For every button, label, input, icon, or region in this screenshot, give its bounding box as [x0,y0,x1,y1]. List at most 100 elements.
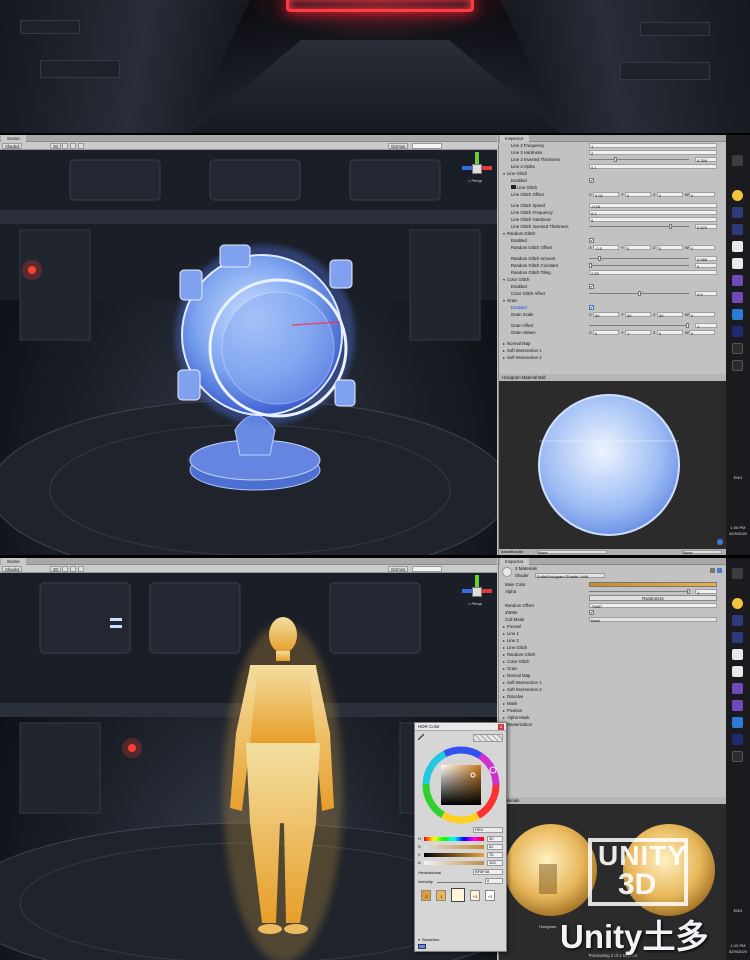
lg-hardness-field[interactable]: 5 [589,217,717,223]
lg-inverted-slider[interactable] [589,224,689,229]
lg-offset-z[interactable]: 0 [657,192,683,198]
section-foldout[interactable]: Normal Map [499,672,726,679]
rg-amount-field[interactable]: 0.089 [695,256,717,262]
random-offset-field[interactable]: 75887 [589,603,717,609]
photoshop-icon[interactable] [732,224,743,235]
gizmo-center-cube[interactable] [472,587,482,597]
audio-toggle-icon[interactable] [70,143,76,149]
foldout-open-icon[interactable] [503,299,505,302]
color-mode-dropdown[interactable]: HSV [473,827,503,833]
slider-knob[interactable] [637,291,641,296]
foldout-closed-icon[interactable] [503,639,505,642]
exposure-swatch[interactable]: -2 [421,890,431,901]
cg-affect-slider[interactable] [589,291,689,296]
main-color-swatch[interactable] [589,582,717,587]
section-foldout[interactable]: Color Glitch [499,658,726,665]
app-icon[interactable] [732,360,743,371]
foldout-closed-icon[interactable] [503,342,505,345]
clock-time[interactable]: 1:06 PM [726,525,750,530]
rg-offset-x[interactable]: -0.5 [593,245,619,251]
lg-offset-y[interactable]: 0 [625,192,651,198]
search-icon[interactable] [732,568,743,579]
section-line-glitch[interactable]: Line Glitch [499,170,726,177]
rg-offset-w[interactable]: 0 [689,245,715,251]
toggle-swatch-icon[interactable] [511,185,516,189]
section-soft-intersection-2[interactable]: Soft Intersection 2 [499,354,726,361]
foldout-closed-icon[interactable] [503,681,505,684]
intensity-field[interactable]: 0 [485,878,503,884]
perspective-label[interactable]: < Persp [468,178,482,183]
randomize-button[interactable]: Randomize [589,595,717,601]
foldout-closed-icon[interactable] [503,625,505,628]
foldout-closed-icon[interactable] [503,356,505,359]
y-axis-handle[interactable] [475,575,479,587]
foldout-closed-icon[interactable] [503,653,505,656]
grain-scale-x[interactable]: 50 [593,312,619,318]
section-foldout[interactable]: Grain [499,665,726,672]
section-normal-map[interactable]: Normal Map [499,340,726,347]
rg-enabled-checkbox[interactable]: ✔ [589,238,594,243]
section-foldout[interactable]: Rasterization [499,721,726,728]
channel-a-field[interactable]: 100 [487,860,503,866]
photoshop-icon[interactable] [732,207,743,218]
section-grain[interactable]: Grain [499,297,726,304]
assetbundle-variant-dropdown[interactable]: None [682,550,722,555]
rg-constant-slider[interactable] [589,263,689,268]
photoshop-icon[interactable] [732,632,743,643]
cg-affect-field[interactable]: 0.5 [695,291,717,297]
tab-inspector[interactable]: Inspector [500,558,529,565]
x-axis-handle[interactable] [482,589,492,593]
grain-affect-slider[interactable] [589,323,689,328]
zwrite-checkbox[interactable]: ✔ [589,610,594,615]
preview-light-icon[interactable] [717,539,723,545]
gizmo-center-cube[interactable] [472,164,482,174]
exposure-swatch[interactable]: +1 [470,890,480,901]
lg-enabled-checkbox[interactable]: ✔ [589,178,594,183]
effects-toggle-icon[interactable] [78,566,84,572]
clock-date[interactable]: 5/29/2020 [726,531,750,536]
rg-amount-slider[interactable] [589,256,689,261]
section-foldout[interactable]: Dissolve [499,693,726,700]
line2-inverted-field[interactable]: 0.259 [695,157,717,163]
assetbundle-name-dropdown[interactable]: None [537,550,607,555]
after-effects-icon[interactable] [732,326,743,337]
section-foldout[interactable]: Line Glitch [499,644,726,651]
lighting-toggle-icon[interactable] [62,143,68,149]
chrome-icon[interactable] [732,598,743,609]
intensity-slider[interactable] [437,882,482,883]
swatches-foldout[interactable]: Swatches [418,937,439,942]
foldout-open-icon[interactable] [418,938,420,941]
channel-h-field[interactable]: 30 [487,836,503,842]
foldout-closed-icon[interactable] [503,695,505,698]
unity-icon[interactable] [732,241,743,252]
eyedropper-icon[interactable] [417,733,425,741]
foldout-closed-icon[interactable] [503,702,505,705]
foldout-open-icon[interactable] [503,278,505,281]
unity-icon[interactable] [732,258,743,269]
tab-scene[interactable]: Scene [1,135,26,142]
rg-tiling-field[interactable]: 2.83 [589,270,717,276]
section-random-glitch[interactable]: Random Glitch [499,230,726,237]
channel-v-slider[interactable] [424,853,484,857]
after-effects-icon[interactable] [732,734,743,745]
hex-input[interactable]: BF8F48 [473,869,503,875]
orientation-gizmo[interactable]: < Persp [460,575,494,609]
section-soft-intersection-1[interactable]: Soft Intersection 1 [499,347,726,354]
channel-s-field[interactable]: 62 [487,844,503,850]
foldout-open-icon[interactable] [503,232,505,235]
photoshop-icon[interactable] [732,615,743,626]
lighting-toggle-icon[interactable] [62,566,68,572]
shading-mode-dropdown[interactable]: Shaded [2,566,23,572]
foldout-closed-icon[interactable] [503,660,505,663]
line2-frequency-field[interactable]: 1 [589,143,717,149]
gizmos-dropdown[interactable]: Gizmos [388,566,409,572]
slider-knob[interactable] [687,589,690,594]
foldout-closed-icon[interactable] [503,667,505,670]
exposure-swatch[interactable]: -1 [436,890,446,901]
unity-icon[interactable] [732,649,743,660]
alpha-slider[interactable] [589,589,690,594]
shading-mode-dropdown[interactable]: Shaded [2,143,23,149]
hologram-material-ball[interactable] [499,381,727,549]
grain-scale-z[interactable]: 50 [657,312,683,318]
perspective-label[interactable]: < Persp [468,601,482,606]
